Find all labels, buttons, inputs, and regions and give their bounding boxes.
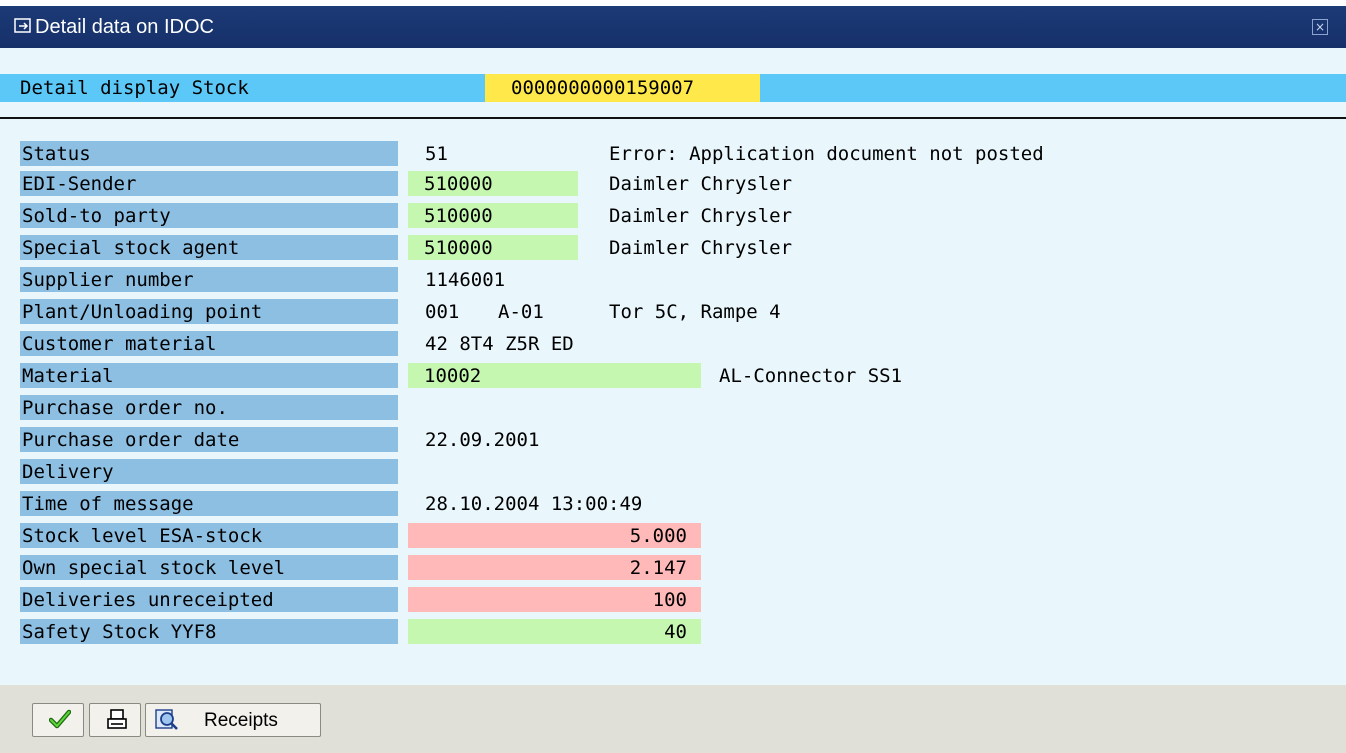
stock-level-esa-row: Stock level ESA-stock 5.000 (0, 523, 1346, 549)
time-of-message-row: Time of message 28.10.2004 13:00:49 (0, 491, 1346, 517)
edi-sender-row: EDI-Sender 510000 Daimler Chrysler (0, 171, 1346, 197)
edi-sender-text: Daimler Chrysler (609, 173, 793, 195)
row-label: EDI-Sender (20, 171, 398, 196)
row-label: Sold-to party (20, 203, 398, 228)
own-special-stock-row: Own special stock level 2.147 (0, 555, 1346, 581)
sold-to-party-text: Daimler Chrysler (609, 205, 793, 227)
status-text: Error: Application document not posted (609, 143, 1044, 165)
row-label: Status (20, 141, 398, 166)
special-stock-agent-row: Special stock agent 510000 Daimler Chrys… (0, 235, 1346, 261)
supplier-number-row: Supplier number 1146001 (0, 267, 1346, 293)
deliveries-unreceipted-row: Deliveries unreceipted 100 (0, 587, 1346, 613)
row-label: Supplier number (20, 267, 398, 292)
confirm-button[interactable] (32, 703, 84, 737)
header-label: Detail display Stock (20, 77, 249, 99)
edi-sender-value[interactable]: 510000 (408, 171, 578, 196)
customer-material-row: Customer material 42 8T4 Z5R ED (0, 331, 1346, 357)
printer-icon (107, 709, 127, 729)
purchase-order-date-value: 22.09.2001 (425, 429, 540, 451)
row-label: Plant/Unloading point (20, 299, 398, 324)
status-code: 51 (425, 143, 448, 165)
time-of-message-value: 28.10.2004 13:00:49 (425, 493, 643, 515)
purchase-order-date-row: Purchase order date 22.09.2001 (0, 427, 1346, 453)
row-label: Deliveries unreceipted (20, 587, 398, 612)
detail-content: Detail display Stock 0000000000159007 St… (0, 48, 1346, 685)
plant-value: 001 (425, 301, 460, 323)
unloading-point-text: Tor 5C, Rampe 4 (609, 301, 781, 323)
safety-stock-row: Safety Stock YYF8 40 (0, 619, 1346, 645)
deliveries-unreceipted-value: 100 (408, 587, 701, 612)
row-label: Delivery (20, 459, 398, 484)
supplier-number-value: 1146001 (425, 269, 506, 291)
idoc-number: 0000000000159007 (485, 74, 760, 102)
stock-level-esa-value: 5.000 (408, 523, 701, 548)
plant-unloading-row: Plant/Unloading point 001 A-01 Tor 5C, R… (0, 299, 1346, 325)
row-label: Stock level ESA-stock (20, 523, 398, 548)
row-label: Material (20, 363, 398, 388)
safety-stock-value: 40 (408, 619, 701, 644)
window-title: Detail data on IDOC (35, 16, 214, 38)
checkmark-icon (49, 709, 71, 729)
purchase-order-no-row: Purchase order no. (0, 395, 1346, 421)
close-icon[interactable]: × (1312, 19, 1328, 35)
row-label: Customer material (20, 331, 398, 356)
customer-material-value: 42 8T4 Z5R ED (425, 333, 574, 355)
row-label: Special stock agent (20, 235, 398, 260)
material-row: Material 10002 AL-Connector SS1 (0, 363, 1346, 389)
row-label: Time of message (20, 491, 398, 516)
window-icon (14, 18, 31, 33)
delivery-row: Delivery (0, 459, 1346, 485)
sold-to-party-row: Sold-to party 510000 Daimler Chrysler (0, 203, 1346, 229)
material-text: AL-Connector SS1 (719, 365, 903, 387)
own-special-stock-value: 2.147 (408, 555, 701, 580)
unloading-point-value: A-01 (498, 301, 544, 323)
window-title-bar: Detail data on IDOC × (0, 6, 1346, 48)
receipts-button[interactable]: Receipts (145, 703, 321, 737)
row-label: Own special stock level (20, 555, 398, 580)
material-value[interactable]: 10002 (408, 363, 701, 388)
sold-to-party-value[interactable]: 510000 (408, 203, 578, 228)
magnifier-icon (155, 709, 178, 730)
special-stock-agent-text: Daimler Chrysler (609, 237, 793, 259)
separator-line (0, 117, 1346, 119)
button-toolbar: Receipts (0, 685, 1346, 753)
status-row: Status 51 Error: Application document no… (0, 141, 1346, 167)
row-label: Safety Stock YYF8 (20, 619, 398, 644)
row-label: Purchase order no. (20, 395, 398, 420)
print-button[interactable] (89, 703, 141, 737)
receipts-label: Receipts (204, 710, 278, 731)
row-label: Purchase order date (20, 427, 398, 452)
special-stock-agent-value[interactable]: 510000 (408, 235, 578, 260)
